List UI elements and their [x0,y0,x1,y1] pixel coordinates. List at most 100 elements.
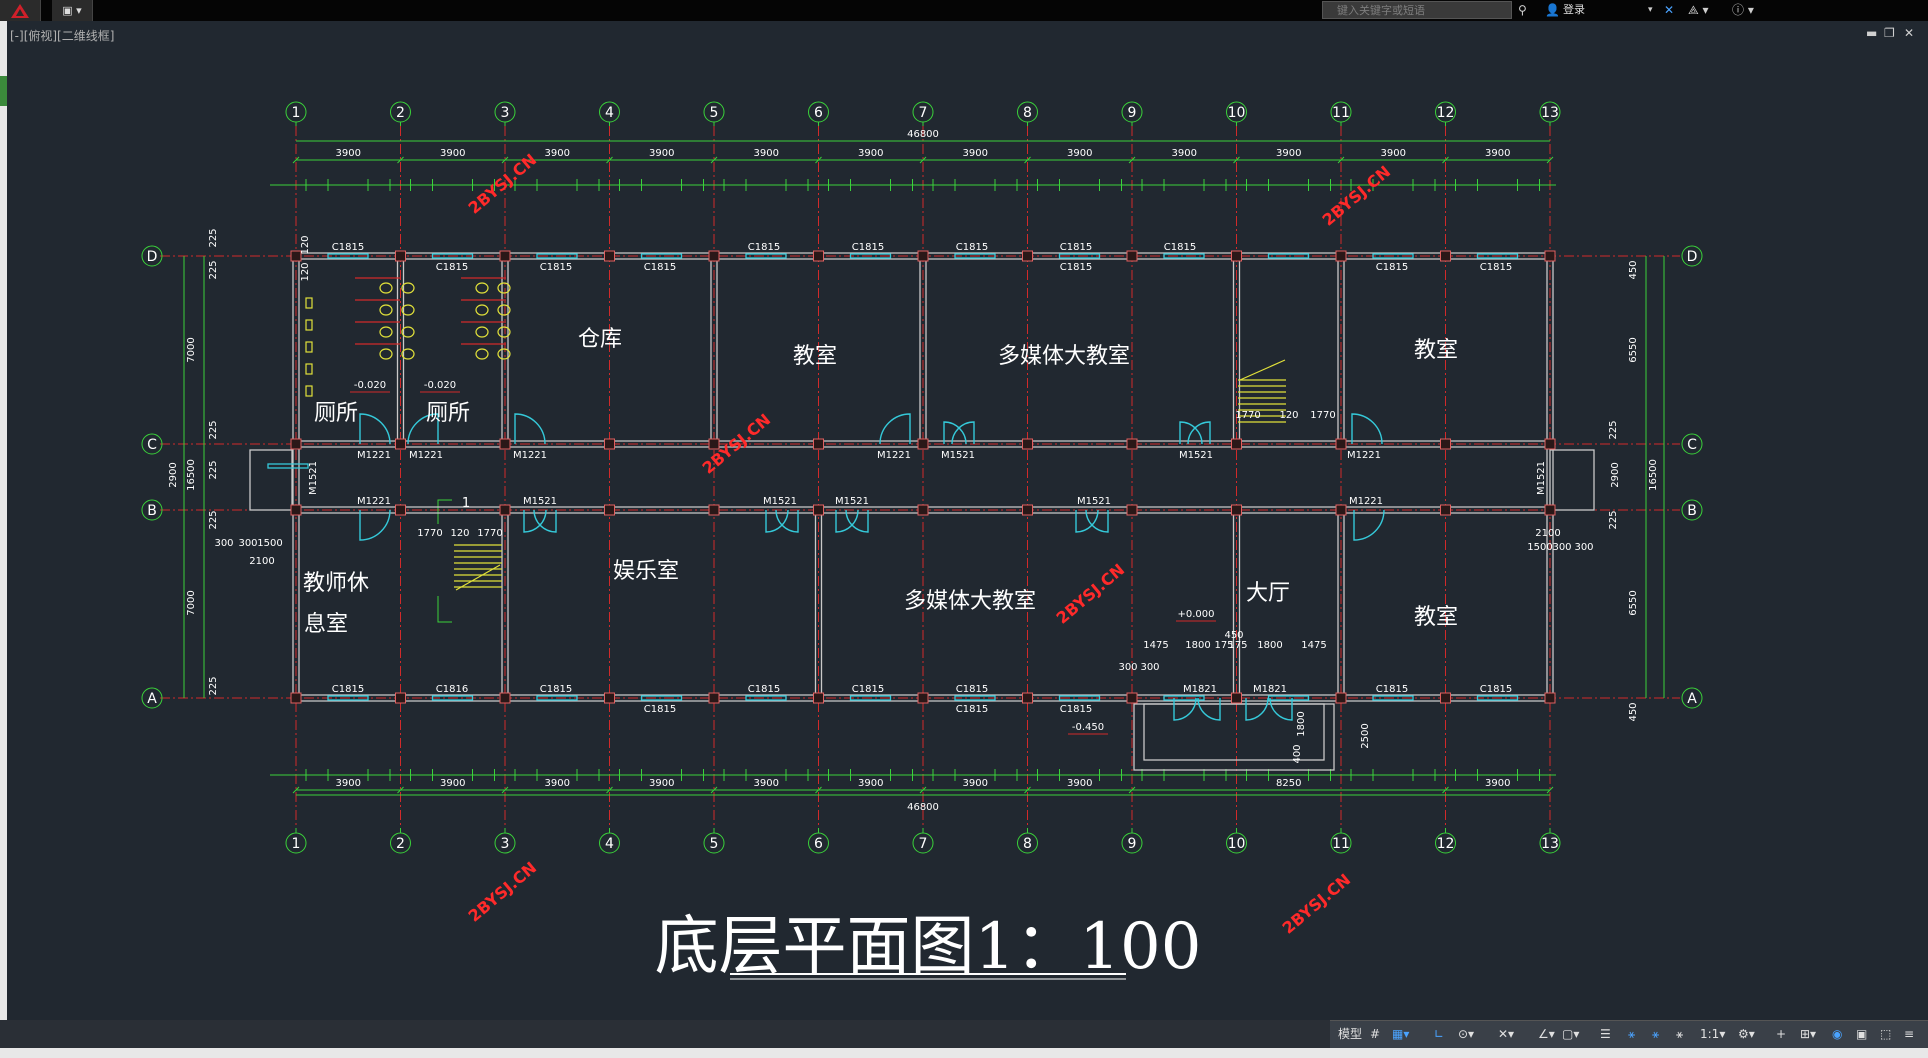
dimension-text: 3900 [545,778,570,789]
window-label: C1815 [332,684,364,695]
structural-column [813,250,824,262]
structural-column [1544,438,1556,450]
urinal [305,341,313,353]
dimension-text: 225 [208,460,219,479]
structural-column [708,504,720,516]
ucs-icon[interactable]: ▢▾ [1562,1026,1579,1042]
grid-letter: A [147,691,157,707]
grid-number: 13 [1541,836,1559,852]
structural-column [395,438,406,450]
polar-icon[interactable]: ⊙▾ [1458,1026,1474,1042]
structural-column [917,438,929,450]
stair-line [1239,359,1286,381]
grid-number: 4 [605,836,614,852]
window-label: C1815 [1376,684,1408,695]
structural-column [1440,438,1451,450]
dimension-text: 3900 [649,148,674,159]
dimension-text: 225 [208,510,219,529]
customize-icon[interactable]: ≡ [1904,1026,1914,1042]
annotation-scale-icon[interactable]: ⚹ [1676,1026,1683,1042]
door-label: M1521 [308,461,319,495]
annotation-visibility-icon[interactable]: ⚹ [1628,1026,1635,1042]
dimension-text: 120 [300,235,311,254]
door-label: M1521 [941,450,975,461]
dimension-text: 3900 [754,778,779,789]
structural-column [1544,250,1556,262]
dimension-text: 3900 [1067,148,1092,159]
dimension-text: 3900 [649,778,674,789]
grid-icon[interactable]: # [1370,1026,1380,1042]
snap-icon[interactable]: ▦▾ [1392,1026,1409,1042]
status-bar: 模型 # ▦▾ ∟ ⊙▾ ✕▾ ∠▾ ▢▾ ☰ ⚹ ⚹ ⚹ 1:1▾ ⚙▾ + … [0,1020,1928,1058]
structural-column [708,692,720,704]
isolate-objects-icon[interactable]: ◉ [1832,1026,1842,1042]
dimension-text: 3900 [1172,148,1197,159]
grid-letter: B [1687,503,1697,519]
model-tab[interactable]: 模型 [1338,1026,1362,1042]
annotation-autoscale-icon[interactable]: ⚹ [1652,1026,1659,1042]
structural-column [1231,438,1242,450]
dimension-text: 6550 [1628,590,1639,615]
door-label: M1821 [1253,684,1287,695]
structural-column [1126,438,1138,450]
grid-number: 8 [1023,105,1032,121]
door-label: M1221 [1349,496,1383,507]
grid-number: 6 [814,836,823,852]
window-label: C1815 [1376,262,1408,273]
section-mark [437,499,452,524]
dimension-text: 1800 [1185,640,1210,651]
dimension-text: 1475 [1301,640,1326,651]
dimension-text: 300 [1140,662,1159,673]
scale-dropdown[interactable]: 1:1▾ [1700,1026,1725,1042]
door-swing [359,413,391,445]
dimension-text: 300 [1118,662,1137,673]
dimension-text: 3900 [545,148,570,159]
ortho-icon[interactable]: ∟ [1434,1026,1444,1042]
dimension-text: 120 [300,262,311,281]
dimension-text: 3900 [858,148,883,159]
window-label: C1815 [1060,242,1092,253]
room-name: 教师休 [303,571,369,596]
structural-column [1335,504,1347,516]
structural-column [1126,692,1138,704]
dimension-text: 225 [1608,510,1619,529]
clean-screen-icon[interactable]: ⬚ [1880,1026,1891,1042]
watermark: 2BYSJ.CN [1053,560,1129,628]
window-label: C1815 [540,684,572,695]
units-icon[interactable]: ⊞▾ [1800,1026,1816,1042]
room-name: 息室 [304,612,348,637]
otrack-icon[interactable]: ∠▾ [1538,1026,1555,1042]
structural-column [813,438,824,450]
dimension-text: 450 [1628,260,1639,279]
hardware-acceleration-icon[interactable]: ▣ [1856,1026,1867,1042]
dimension-text: 300 [214,538,233,549]
door-swing [514,413,546,445]
section-mark [437,596,452,623]
grid-number: 1 [292,105,301,121]
dimension-text: 16500 [186,459,197,491]
grid-number: 9 [1128,105,1137,121]
structural-column [1231,692,1242,704]
room-name: 多媒体大教室 [998,344,1130,369]
dimension-text: 3900 [963,778,988,789]
annotation-monitor-icon[interactable]: + [1776,1026,1786,1042]
dimension-text: 3900 [963,148,988,159]
grid-number: 6 [814,105,823,121]
lineweight-icon[interactable]: ☰ [1600,1026,1611,1042]
window-label: C1815 [644,262,676,273]
dimension-text: 3900 [336,148,361,159]
osnap-icon[interactable]: ✕▾ [1498,1026,1514,1042]
structural-column [1544,504,1556,516]
dimension-text: 3900 [1381,148,1406,159]
workspace-gear-icon[interactable]: ⚙▾ [1738,1026,1755,1042]
dimension-text: 225 [208,676,219,695]
room-name: 厕所 [314,401,358,426]
structural-column [1440,504,1451,516]
door-label: M1521 [523,496,557,507]
structural-column [604,692,615,704]
grid-number: 9 [1128,836,1137,852]
room-name: 教室 [1414,605,1458,630]
dimension-text: 3900 [1485,148,1510,159]
grid-letter: D [147,249,158,265]
structural-column [1231,504,1242,516]
